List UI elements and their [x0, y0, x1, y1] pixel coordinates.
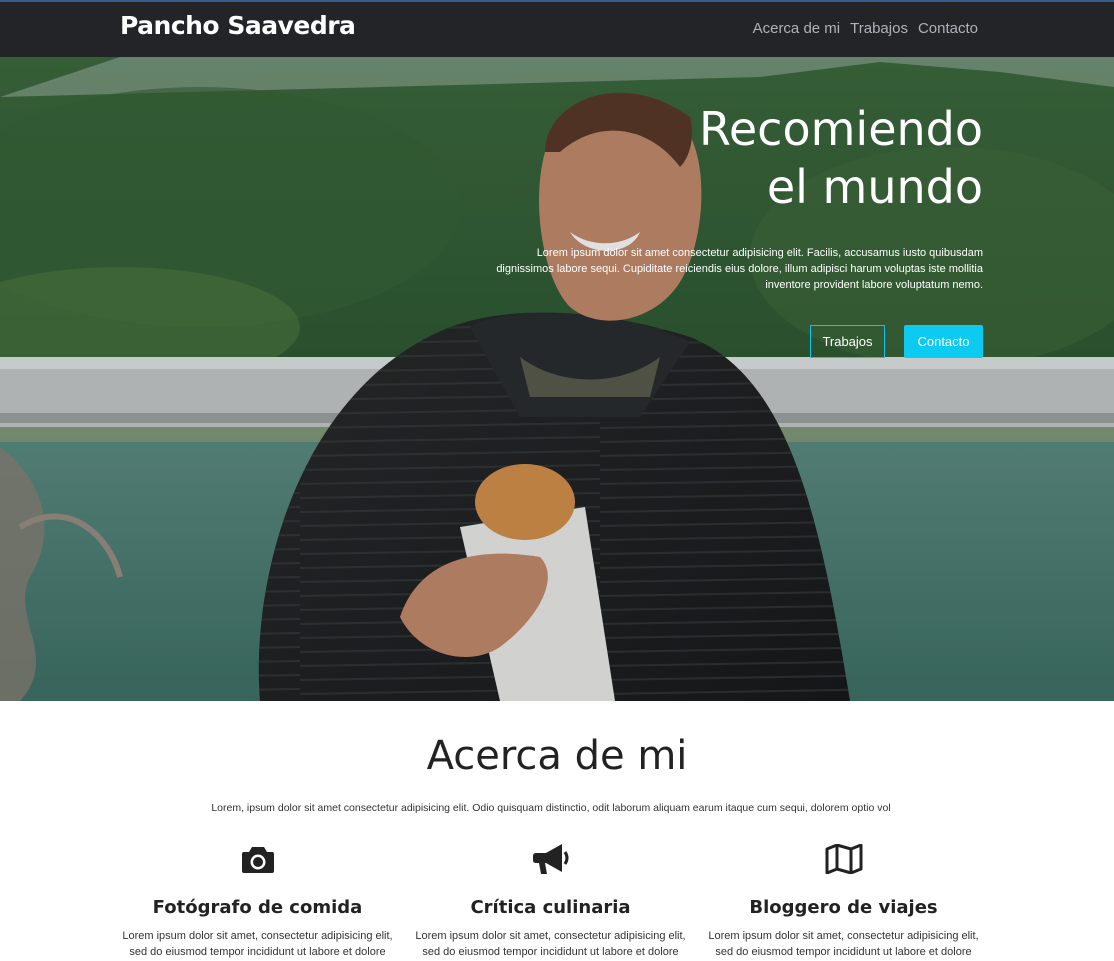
hero-title-line2: el mundo: [766, 160, 983, 214]
hero-description: Lorem ipsum dolor sit amet consectetur a…: [496, 247, 983, 291]
feature-title: Fotógrafo de comida: [152, 897, 363, 918]
feature-title: Bloggero de viajes: [749, 897, 938, 918]
hero-buttons: Trabajos Contacto: [810, 325, 983, 358]
feature-food-critic: Crítica culinaria Lorem ipsum dolor sit …: [404, 836, 697, 960]
feature-text: Lorem ipsum dolor sit amet, consectetur …: [122, 930, 393, 958]
feature-travel-blogger: Bloggero de viajes Lorem ipsum dolor sit…: [697, 836, 990, 960]
megaphone-icon: [404, 836, 697, 882]
nav-link-trabajos[interactable]: Trabajos: [850, 20, 908, 37]
works-button[interactable]: Trabajos: [810, 325, 885, 358]
about-title: Acerca de mi: [426, 733, 688, 779]
features-row: Fotógrafo de comida Lorem ipsum dolor si…: [111, 836, 991, 960]
hero-section: Recomiendo el mundo Lorem ipsum dolor si…: [0, 57, 1114, 701]
hero-title: Recomiendo el mundo: [563, 100, 983, 216]
nav-link-contacto[interactable]: Contacto: [918, 20, 978, 37]
brand-logo[interactable]: Pancho Saavedra: [120, 11, 356, 40]
camera-icon: [111, 836, 404, 882]
hero-title-line1: Recomiendo: [698, 102, 983, 156]
feature-title: Crítica culinaria: [470, 897, 631, 918]
nav-link-acerca[interactable]: Acerca de mi: [753, 20, 841, 37]
map-icon: [697, 836, 990, 882]
navbar: Pancho Saavedra Acerca de mi Trabajos Co…: [0, 0, 1114, 57]
feature-text: Lorem ipsum dolor sit amet, consectetur …: [415, 930, 686, 958]
feature-text: Lorem ipsum dolor sit amet, consectetur …: [708, 930, 979, 958]
nav-links: Acerca de mi Trabajos Contacto: [753, 20, 978, 37]
contact-button[interactable]: Contacto: [904, 325, 983, 358]
about-lead: Lorem, ipsum dolor sit amet consectetur …: [211, 802, 891, 814]
feature-food-photographer: Fotógrafo de comida Lorem ipsum dolor si…: [111, 836, 404, 960]
